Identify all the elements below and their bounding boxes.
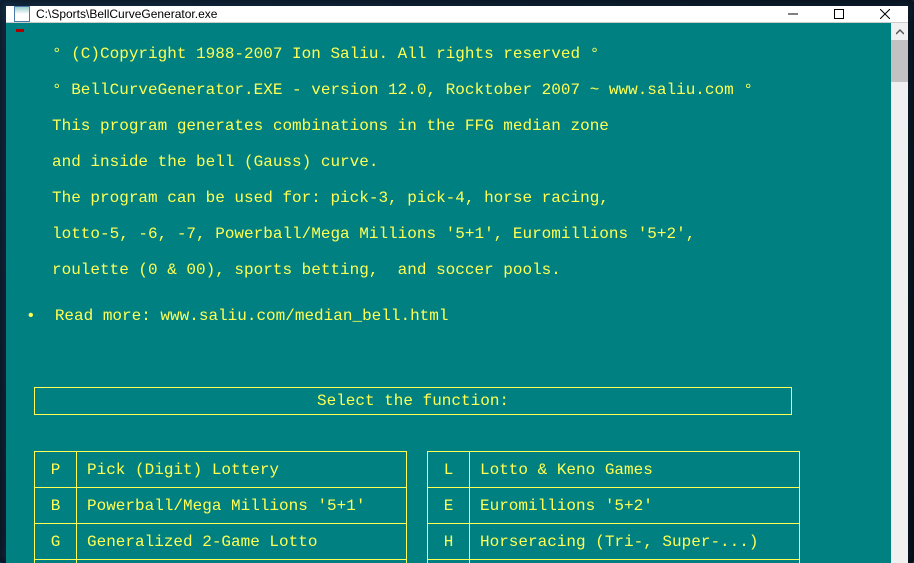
app-icon xyxy=(14,6,30,22)
intro-line: and inside the bell (Gauss) curve. xyxy=(52,153,881,171)
menu-item[interactable]: GGeneralized 2-Game Lotto xyxy=(35,524,407,560)
scroll-up-button[interactable] xyxy=(891,23,908,40)
menu-item[interactable]: ZSINGLE-Zero Roulette xyxy=(35,560,407,563)
function-menu: Select the function: PPick (Digit) Lotte… xyxy=(34,351,881,563)
menu-item[interactable]: BPowerball/Mega Millions '5+1' xyxy=(35,488,407,524)
scrollbar-thumb[interactable] xyxy=(891,40,908,82)
maximize-button[interactable] xyxy=(816,6,862,22)
minimize-button[interactable] xyxy=(770,6,816,22)
app-window: C:\Sports\BellCurveGenerator.exe ° (C)Co… xyxy=(6,6,908,557)
scrollbar-track[interactable] xyxy=(891,40,908,563)
menu-key: G xyxy=(35,524,77,560)
chevron-up-icon xyxy=(896,28,904,36)
intro-line: This program generates combinations in t… xyxy=(52,117,881,135)
menu-item[interactable]: HHorseracing (Tri-, Super-...) xyxy=(428,524,800,560)
read-more-line: • Read more: www.saliu.com/median_bell.h… xyxy=(26,307,881,325)
window-controls xyxy=(770,6,908,22)
menu-key: H xyxy=(428,524,470,560)
menu-right-column: LLotto & Keno GamesEEuromillions '5+2'HH… xyxy=(427,451,800,563)
menu-key: Z xyxy=(35,560,77,563)
maximize-icon xyxy=(834,9,844,19)
read-more-text: Read more: www.saliu.com/median_bell.htm… xyxy=(55,307,449,325)
menu-key: L xyxy=(428,452,470,488)
menu-title: Select the function: xyxy=(34,387,792,415)
menu-label: Powerball/Mega Millions '5+1' xyxy=(77,488,407,524)
intro-line: lotto-5, -6, -7, Powerball/Mega Millions… xyxy=(52,225,881,243)
menu-key: B xyxy=(35,488,77,524)
vertical-scrollbar[interactable] xyxy=(891,23,908,563)
intro-line: ° BellCurveGenerator.EXE - version 12.0,… xyxy=(52,81,881,99)
intro-line: roulette (0 & 00), sports betting, and s… xyxy=(52,261,881,279)
menu-item[interactable]: EEuromillions '5+2' xyxy=(428,488,800,524)
menu-label: Lotto & Keno Games xyxy=(470,452,800,488)
close-icon xyxy=(880,9,890,19)
minimize-icon xyxy=(788,9,798,19)
menu-key: P xyxy=(35,452,77,488)
titlebar: C:\Sports\BellCurveGenerator.exe xyxy=(6,6,908,23)
menu-label: Pick (Digit) Lottery xyxy=(77,452,407,488)
intro-line: ° (C)Copyright 1988-2007 Ion Saliu. All … xyxy=(52,45,881,63)
menu-key: E xyxy=(428,488,470,524)
menu-label: Horseracing (Tri-, Super-...) xyxy=(470,524,800,560)
window-title: C:\Sports\BellCurveGenerator.exe xyxy=(36,7,770,21)
bullet-icon: • xyxy=(26,307,55,325)
menu-label: SINGLE-Zero Roulette xyxy=(77,560,407,563)
menu-item[interactable]: DDOUBLE-Zero Roulette xyxy=(428,560,800,563)
console-output: ° (C)Copyright 1988-2007 Ion Saliu. All … xyxy=(6,23,891,563)
menu-label: Euromillions '5+2' xyxy=(470,488,800,524)
close-button[interactable] xyxy=(862,6,908,22)
client-area: ° (C)Copyright 1988-2007 Ion Saliu. All … xyxy=(6,23,908,563)
menu-key: D xyxy=(428,560,470,563)
menu-left-column: PPick (Digit) LotteryBPowerball/Mega Mil… xyxy=(34,451,407,563)
console-cursor xyxy=(16,29,24,32)
menu-item[interactable]: LLotto & Keno Games xyxy=(428,452,800,488)
menu-item[interactable]: PPick (Digit) Lottery xyxy=(35,452,407,488)
menu-label: Generalized 2-Game Lotto xyxy=(77,524,407,560)
menu-label: DOUBLE-Zero Roulette xyxy=(470,560,800,563)
intro-line: The program can be used for: pick-3, pic… xyxy=(52,189,881,207)
